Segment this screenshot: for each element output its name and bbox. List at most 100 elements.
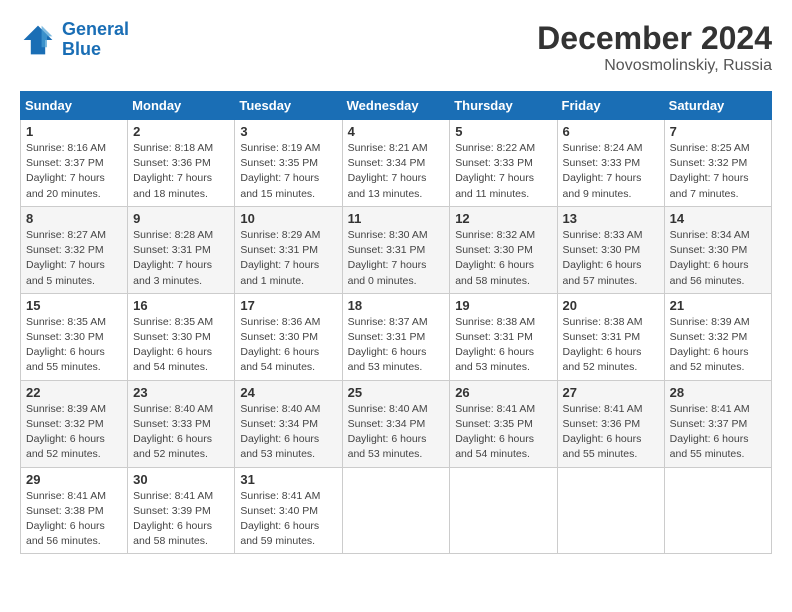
calendar-day-cell: 17 Sunrise: 8:36 AMSunset: 3:30 PMDayligh… [235,293,342,380]
day-info: Sunrise: 8:32 AMSunset: 3:30 PMDaylight:… [455,228,551,289]
day-number: 28 [670,385,766,400]
day-number: 21 [670,298,766,313]
logo-blue: Blue [62,40,129,60]
calendar-body: 1Sunrise: 8:16 AMSunset: 3:37 PMDaylight… [21,120,772,554]
calendar-day-header: Friday [557,92,664,120]
day-number: 5 [455,124,551,139]
calendar-day-cell [342,467,450,554]
calendar-day-cell: 14 Sunrise: 8:34 AMSunset: 3:30 PMDayligh… [664,206,771,293]
calendar-day-header: Wednesday [342,92,450,120]
day-info: Sunrise: 8:35 AMSunset: 3:30 PMDaylight:… [133,315,229,376]
day-number: 30 [133,472,229,487]
calendar-day-cell: 12 Sunrise: 8:32 AMSunset: 3:30 PMDayligh… [450,206,557,293]
day-info: Sunrise: 8:39 AMSunset: 3:32 PMDaylight:… [26,402,122,463]
day-number: 3 [240,124,336,139]
calendar-day-cell: 5 Sunrise: 8:22 AMSunset: 3:33 PMDaylight… [450,120,557,207]
day-number: 6 [563,124,659,139]
calendar-day-header: Tuesday [235,92,342,120]
day-info: Sunrise: 8:37 AMSunset: 3:31 PMDaylight:… [348,315,445,376]
day-number: 15 [26,298,122,313]
day-number: 10 [240,211,336,226]
day-number: 23 [133,385,229,400]
day-info: Sunrise: 8:40 AMSunset: 3:34 PMDaylight:… [348,402,445,463]
day-info: Sunrise: 8:41 AMSunset: 3:37 PMDaylight:… [670,402,766,463]
calendar-day-cell [664,467,771,554]
calendar-day-cell: 10 Sunrise: 8:29 AMSunset: 3:31 PMDayligh… [235,206,342,293]
day-info: Sunrise: 8:41 AMSunset: 3:35 PMDaylight:… [455,402,551,463]
day-info: Sunrise: 8:29 AMSunset: 3:31 PMDaylight:… [240,228,336,289]
day-number: 20 [563,298,659,313]
calendar-day-cell: 24 Sunrise: 8:40 AMSunset: 3:34 PMDayligh… [235,380,342,467]
day-number: 11 [348,211,445,226]
day-number: 12 [455,211,551,226]
day-number: 1 [26,124,122,139]
day-number: 19 [455,298,551,313]
day-info: Sunrise: 8:35 AMSunset: 3:30 PMDaylight:… [26,315,122,376]
calendar-week-row: 22 Sunrise: 8:39 AMSunset: 3:32 PMDayligh… [21,380,772,467]
day-number: 24 [240,385,336,400]
day-number: 17 [240,298,336,313]
day-info: Sunrise: 8:28 AMSunset: 3:31 PMDaylight:… [133,228,229,289]
day-info: Sunrise: 8:30 AMSunset: 3:31 PMDaylight:… [348,228,445,289]
day-number: 18 [348,298,445,313]
calendar-week-row: 15 Sunrise: 8:35 AMSunset: 3:30 PMDayligh… [21,293,772,380]
calendar-week-row: 29 Sunrise: 8:41 AMSunset: 3:38 PMDayligh… [21,467,772,554]
day-info: Sunrise: 8:21 AMSunset: 3:34 PMDaylight:… [348,141,445,202]
calendar-day-header: Saturday [664,92,771,120]
day-number: 9 [133,211,229,226]
day-info: Sunrise: 8:19 AMSunset: 3:35 PMDaylight:… [240,141,336,202]
calendar-day-cell: 16Sunrise: 8:35 AMSunset: 3:30 PMDayligh… [128,293,235,380]
calendar-week-row: 8 Sunrise: 8:27 AMSunset: 3:32 PMDaylight… [21,206,772,293]
title-block: December 2024 Novosmolinskiy, Russia [537,20,772,75]
day-info: Sunrise: 8:40 AMSunset: 3:33 PMDaylight:… [133,402,229,463]
calendar-day-header: Monday [128,92,235,120]
calendar-day-cell: 27Sunrise: 8:41 AMSunset: 3:36 PMDayligh… [557,380,664,467]
logo-general: General [62,19,129,39]
day-info: Sunrise: 8:22 AMSunset: 3:33 PMDaylight:… [455,141,551,202]
day-number: 26 [455,385,551,400]
calendar-day-cell: 26 Sunrise: 8:41 AMSunset: 3:35 PMDayligh… [450,380,557,467]
calendar-day-cell: 18 Sunrise: 8:37 AMSunset: 3:31 PMDayligh… [342,293,450,380]
day-info: Sunrise: 8:41 AMSunset: 3:39 PMDaylight:… [133,489,229,550]
day-info: Sunrise: 8:41 AMSunset: 3:36 PMDaylight:… [563,402,659,463]
calendar-day-cell: 31Sunrise: 8:41 AMSunset: 3:40 PMDayligh… [235,467,342,554]
day-info: Sunrise: 8:40 AMSunset: 3:34 PMDaylight:… [240,402,336,463]
logo-icon [20,22,56,58]
calendar-day-cell: 29 Sunrise: 8:41 AMSunset: 3:38 PMDayligh… [21,467,128,554]
month-title: December 2024 [537,20,772,57]
calendar-day-cell: 3 Sunrise: 8:19 AMSunset: 3:35 PMDaylight… [235,120,342,207]
day-number: 8 [26,211,122,226]
calendar-day-cell: 11 Sunrise: 8:30 AMSunset: 3:31 PMDayligh… [342,206,450,293]
day-info: Sunrise: 8:27 AMSunset: 3:32 PMDaylight:… [26,228,122,289]
calendar-day-cell: 21Sunrise: 8:39 AMSunset: 3:32 PMDayligh… [664,293,771,380]
day-info: Sunrise: 8:24 AMSunset: 3:33 PMDaylight:… [563,141,659,202]
calendar-table: SundayMondayTuesdayWednesdayThursdayFrid… [20,91,772,554]
day-info: Sunrise: 8:38 AMSunset: 3:31 PMDaylight:… [563,315,659,376]
calendar-day-cell: 19 Sunrise: 8:38 AMSunset: 3:31 PMDayligh… [450,293,557,380]
day-number: 4 [348,124,445,139]
day-info: Sunrise: 8:36 AMSunset: 3:30 PMDaylight:… [240,315,336,376]
day-number: 29 [26,472,122,487]
day-number: 31 [240,472,336,487]
calendar-day-cell: 23 Sunrise: 8:40 AMSunset: 3:33 PMDayligh… [128,380,235,467]
calendar-day-cell: 22 Sunrise: 8:39 AMSunset: 3:32 PMDayligh… [21,380,128,467]
day-number: 22 [26,385,122,400]
calendar-day-cell: 15 Sunrise: 8:35 AMSunset: 3:30 PMDayligh… [21,293,128,380]
calendar-week-row: 1Sunrise: 8:16 AMSunset: 3:37 PMDaylight… [21,120,772,207]
calendar-day-cell: 20 Sunrise: 8:38 AMSunset: 3:31 PMDayligh… [557,293,664,380]
calendar-day-cell: 13Sunrise: 8:33 AMSunset: 3:30 PMDayligh… [557,206,664,293]
calendar-day-header: Sunday [21,92,128,120]
day-info: Sunrise: 8:38 AMSunset: 3:31 PMDaylight:… [455,315,551,376]
day-info: Sunrise: 8:34 AMSunset: 3:30 PMDaylight:… [670,228,766,289]
calendar-day-cell: 25Sunrise: 8:40 AMSunset: 3:34 PMDayligh… [342,380,450,467]
calendar-day-header: Thursday [450,92,557,120]
calendar-day-cell [557,467,664,554]
calendar-day-cell: 1Sunrise: 8:16 AMSunset: 3:37 PMDaylight… [21,120,128,207]
page-header: General Blue December 2024 Novosmolinski… [20,20,772,75]
calendar-day-cell: 28 Sunrise: 8:41 AMSunset: 3:37 PMDayligh… [664,380,771,467]
day-info: Sunrise: 8:41 AMSunset: 3:38 PMDaylight:… [26,489,122,550]
calendar-day-cell: 7Sunrise: 8:25 AMSunset: 3:32 PMDaylight… [664,120,771,207]
day-number: 14 [670,211,766,226]
calendar-day-cell: 9 Sunrise: 8:28 AMSunset: 3:31 PMDaylight… [128,206,235,293]
day-info: Sunrise: 8:18 AMSunset: 3:36 PMDaylight:… [133,141,229,202]
